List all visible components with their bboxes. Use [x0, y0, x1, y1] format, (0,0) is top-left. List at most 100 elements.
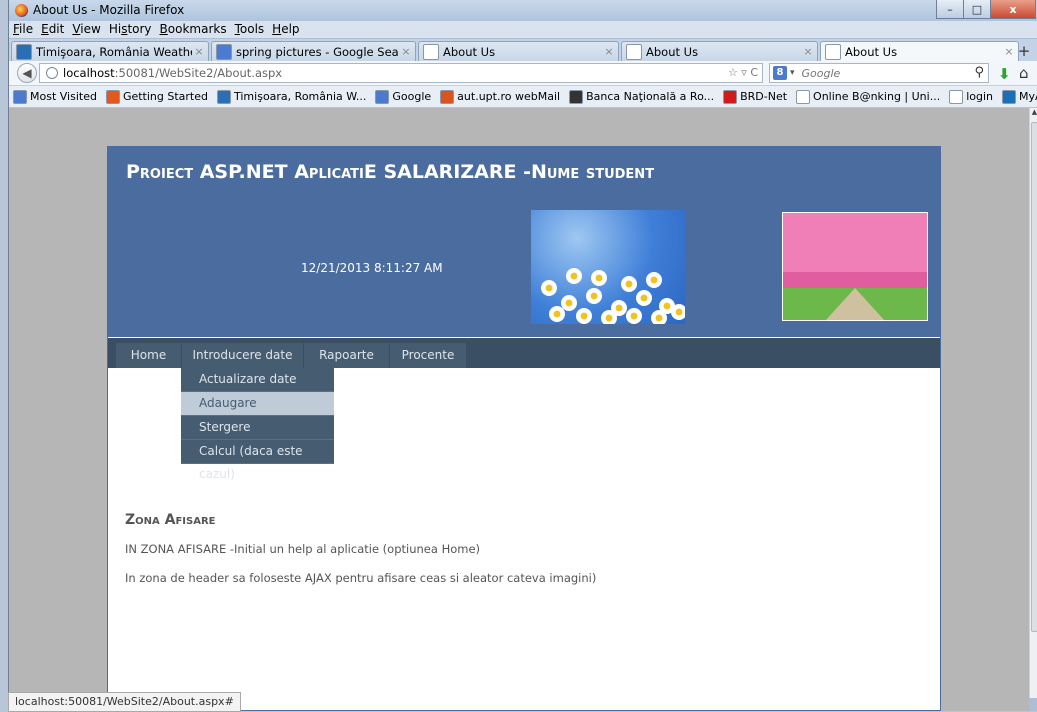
- bookmark-label: aut.upt.ro webMail: [457, 90, 561, 103]
- download-icon[interactable]: ⬇: [998, 65, 1011, 83]
- paragraph-header-info: In zona de header sa foloseste AJAX pent…: [125, 571, 597, 585]
- search-bar[interactable]: 8 ▾ ⚲: [769, 63, 989, 83]
- status-bar: localhost:50081/WebSite2/About.aspx#: [8, 692, 241, 712]
- menu-item-5[interactable]: Tools: [235, 21, 265, 38]
- close-button[interactable]: x: [990, 0, 1036, 19]
- site-menu-procente[interactable]: Procente: [390, 343, 467, 368]
- minimize-button[interactable]: –: [936, 0, 964, 19]
- menu-item-0[interactable]: File: [13, 21, 33, 38]
- blossom-trees-image: [782, 212, 928, 321]
- navigation-bar: ◀ localhost :50081/WebSite2/About.aspx ☆…: [9, 61, 1037, 86]
- daisy-flower: [541, 280, 557, 296]
- site-menu-introducere-date[interactable]: Introducere date: [182, 343, 304, 368]
- tab-label: About Us: [845, 44, 898, 59]
- submenu-item[interactable]: Calcul (daca este cazul): [181, 440, 334, 481]
- bookmark-favicon-icon: [723, 89, 738, 104]
- tab-favicon-icon: [216, 43, 232, 60]
- tab-label: About Us: [443, 44, 496, 59]
- tab-label: About Us: [646, 44, 699, 59]
- globe-icon: [46, 67, 58, 79]
- url-path: :50081/WebSite2/About.aspx: [114, 66, 283, 80]
- site-menu-rapoarte[interactable]: Rapoarte: [304, 343, 390, 368]
- menu-item-2[interactable]: View: [72, 21, 100, 38]
- google-icon[interactable]: 8: [773, 66, 787, 80]
- bookmark-label: Banca Naţională a Ro...: [586, 90, 715, 103]
- bookmark-item[interactable]: Getting Started: [105, 89, 208, 104]
- tab-favicon-icon: [423, 43, 439, 60]
- back-button[interactable]: ◀: [17, 63, 37, 83]
- bookmark-item[interactable]: Most Visited: [13, 89, 97, 104]
- daisy-flower: [601, 310, 617, 324]
- submenu-item[interactable]: Stergere: [181, 416, 334, 440]
- daisies-image: [531, 210, 685, 324]
- bookmark-favicon-icon: [375, 89, 390, 104]
- menu-item-3[interactable]: History: [109, 21, 152, 38]
- search-input[interactable]: [799, 65, 924, 81]
- daisy-flower: [646, 272, 662, 288]
- site-page: Proiect ASP.NET AplicatiE SALARIZARE -Nu…: [107, 146, 941, 711]
- browser-tab[interactable]: Timişoara, România Weather Fore...×: [11, 41, 209, 61]
- tab-close-icon[interactable]: ×: [801, 45, 815, 58]
- bookmark-favicon-icon: [569, 89, 584, 104]
- window-title: About Us - Mozilla Firefox: [33, 3, 185, 17]
- maximize-button[interactable]: □: [963, 0, 991, 19]
- daisy-flower: [671, 304, 685, 320]
- scroll-up-icon[interactable]: ▲: [1030, 108, 1037, 120]
- title-bar: About Us - Mozilla Firefox – □ x: [9, 0, 1037, 21]
- chevron-down-icon[interactable]: ▾: [790, 68, 795, 78]
- url-bar[interactable]: localhost :50081/WebSite2/About.aspx ☆ ▿…: [39, 63, 763, 83]
- bookmark-item[interactable]: aut.upt.ro webMail: [440, 89, 561, 104]
- submenu-item[interactable]: Actualizare date: [181, 368, 334, 392]
- home-icon[interactable]: ⌂: [1019, 64, 1029, 82]
- bookmark-item[interactable]: login: [949, 89, 993, 104]
- menu-bar: File Edit View History Bookmarks Tools Help: [9, 21, 1037, 38]
- site-header: Proiect ASP.NET AplicatiE SALARIZARE -Nu…: [108, 147, 940, 337]
- daisy-flower: [586, 288, 602, 304]
- search-icon[interactable]: ⚲: [974, 65, 984, 80]
- paragraph-help: IN ZONA AFISARE -Initial un help al apli…: [125, 542, 481, 556]
- daisy-flower: [549, 306, 565, 322]
- daisy-flower: [566, 268, 582, 284]
- bookmark-favicon-icon: [1002, 89, 1016, 104]
- submenu-introducere-date: Actualizare date Adaugare Stergere Calcul (…: [181, 368, 334, 481]
- menu-item-1[interactable]: Edit: [41, 21, 64, 38]
- tab-favicon-icon: [16, 43, 32, 60]
- bookmark-favicon-icon: [13, 89, 27, 104]
- browser-tab[interactable]: spring pictures - Google Search ×: [211, 41, 416, 61]
- bookmark-favicon-icon: [949, 89, 964, 104]
- tab-close-icon[interactable]: ×: [1002, 45, 1016, 58]
- url-controls[interactable]: ☆ ▿ C: [728, 66, 758, 79]
- tab-close-icon[interactable]: ×: [399, 45, 413, 58]
- daisy-flower: [651, 310, 667, 324]
- tab-close-icon[interactable]: ×: [192, 45, 206, 58]
- bookmark-favicon-icon: [105, 89, 120, 104]
- bookmark-label: Most Visited: [30, 90, 97, 103]
- bookmark-item[interactable]: Banca Naţională a Ro...: [569, 89, 715, 104]
- browser-tab[interactable]: About Us ×: [621, 41, 818, 61]
- bookmark-item[interactable]: Online B@nking | Uni...: [796, 89, 941, 104]
- vertical-scrollbar[interactable]: ▲: [1029, 108, 1037, 698]
- browser-tab[interactable]: About Us ×: [418, 41, 619, 61]
- menu-item-6[interactable]: Help: [272, 21, 299, 38]
- new-tab-button[interactable]: +: [1016, 43, 1032, 59]
- bookmark-label: MyAccount :: Autentifi...: [1019, 90, 1037, 103]
- bookmark-favicon-icon: [796, 89, 811, 104]
- site-menu-home[interactable]: Home: [116, 343, 182, 368]
- tab-close-icon[interactable]: ×: [602, 45, 616, 58]
- tab-label: spring pictures - Google Search: [236, 44, 399, 59]
- tab-favicon-icon: [825, 43, 841, 60]
- bookmarks-toolbar: Most Visited Getting Started Timişoara, Ro…: [9, 86, 1037, 108]
- bookmark-label: Online B@nking | Uni...: [813, 90, 941, 103]
- site-title: Proiect ASP.NET AplicatiE SALARIZARE -Nu…: [126, 161, 655, 183]
- submenu-item[interactable]: Adaugare: [181, 392, 334, 416]
- bookmark-item[interactable]: Google: [375, 89, 431, 104]
- daisy-flower: [626, 308, 642, 324]
- bookmark-item[interactable]: MyAccount :: Autentifi...: [1002, 89, 1037, 104]
- menu-item-4[interactable]: Bookmarks: [160, 21, 227, 38]
- bookmark-item[interactable]: Timişoara, România W...: [217, 89, 366, 104]
- bookmark-item[interactable]: BRD-Net: [723, 89, 787, 104]
- bookmark-label: login: [966, 90, 993, 103]
- scroll-thumb[interactable]: [1031, 122, 1037, 632]
- tab-bar: About Us × About Us × About Us × spring pictur…: [9, 39, 1037, 61]
- browser-tab[interactable]: About Us ×: [820, 41, 1019, 61]
